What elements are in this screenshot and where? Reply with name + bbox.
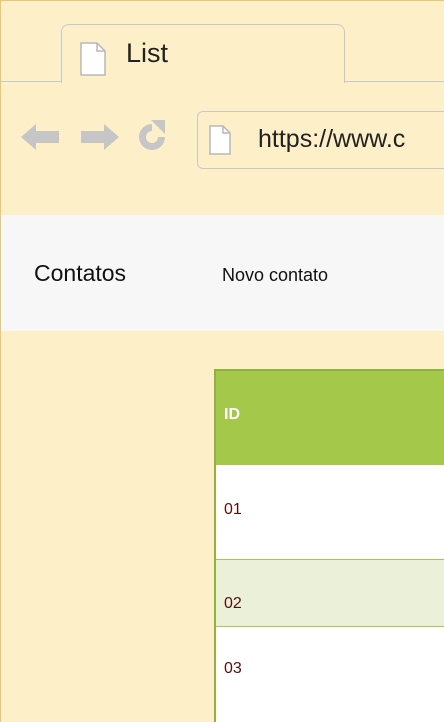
url-text: https://www.c xyxy=(258,125,406,153)
page-icon xyxy=(209,125,231,155)
new-contact-link[interactable]: Novo contato xyxy=(222,265,328,286)
table-row[interactable]: 02 xyxy=(216,559,444,627)
contacts-table: ID 01 02 03 xyxy=(214,369,444,722)
column-header-id: ID xyxy=(224,406,240,423)
cell-id: 02 xyxy=(224,595,242,612)
reload-icon[interactable] xyxy=(135,120,169,154)
table-row[interactable]: 03 xyxy=(216,626,444,722)
brand-link[interactable]: Contatos xyxy=(34,260,126,287)
browser-window: List https://www.c Contatos Novo contato… xyxy=(0,0,444,722)
table-row[interactable]: 01 xyxy=(216,464,444,560)
tab-strip: List xyxy=(1,1,444,83)
app-navbar: Contatos Novo contato xyxy=(1,215,444,331)
cell-id: 01 xyxy=(224,501,242,518)
back-arrow-icon[interactable] xyxy=(21,124,59,150)
table-header: ID xyxy=(216,371,444,464)
page-icon xyxy=(80,42,106,76)
address-bar[interactable]: https://www.c xyxy=(197,111,444,169)
cell-id: 03 xyxy=(224,660,242,677)
tab-title: List xyxy=(126,38,169,68)
forward-arrow-icon[interactable] xyxy=(81,124,119,150)
browser-toolbar: https://www.c xyxy=(1,91,444,181)
browser-tab[interactable]: List xyxy=(61,24,345,83)
